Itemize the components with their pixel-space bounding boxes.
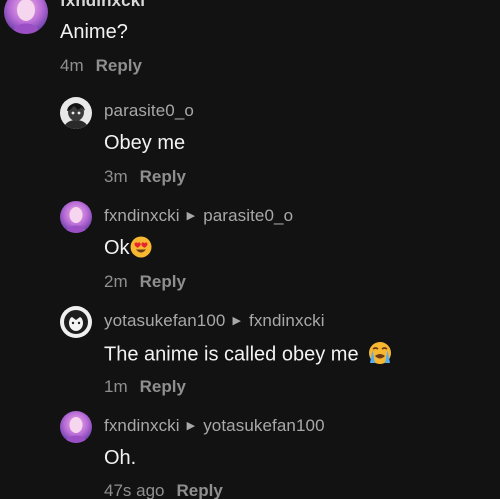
reply-to-username: yotasukefan100 bbox=[203, 416, 325, 435]
reply-to-arrow-icon: ▶ bbox=[232, 315, 241, 327]
reply-button[interactable]: Reply bbox=[140, 272, 186, 291]
comment-thread: fxndinxcki Anime? 4m Reply parasite0_o Ob… bbox=[0, 0, 500, 499]
reply-meta: 3m Reply bbox=[104, 167, 186, 187]
reply-button[interactable]: Reply bbox=[140, 377, 186, 396]
user-avatar[interactable] bbox=[60, 306, 92, 338]
reply-time: 3m bbox=[104, 167, 128, 186]
loudly-crying-emoji-icon bbox=[367, 341, 393, 365]
reply-username[interactable]: fxndinxcki ▶ parasite0_o bbox=[104, 206, 293, 226]
reply-button[interactable]: Reply bbox=[140, 167, 186, 186]
reply-to-arrow-icon: ▶ bbox=[186, 210, 196, 222]
reply-meta: 1m Reply bbox=[104, 377, 186, 397]
reply-meta: 47s ago Reply bbox=[104, 481, 223, 499]
reply-username[interactable]: parasite0_o bbox=[104, 101, 194, 121]
comment-text: Anime? bbox=[60, 21, 128, 43]
dark-anime-avatar-icon bbox=[60, 97, 92, 129]
reply-button[interactable]: Reply bbox=[177, 481, 223, 499]
pink-purple-avatar-icon bbox=[60, 201, 92, 233]
reply-text: The anime is called obey me bbox=[104, 341, 393, 367]
reply-meta: 2m Reply bbox=[104, 272, 186, 292]
user-avatar[interactable] bbox=[60, 201, 92, 233]
comment-meta: 4m Reply bbox=[60, 56, 142, 76]
monochrome-anime-avatar-icon bbox=[60, 306, 92, 338]
pink-purple-avatar-icon bbox=[4, 0, 48, 34]
reply-time: 2m bbox=[104, 272, 128, 291]
user-avatar[interactable] bbox=[60, 411, 92, 443]
heart-eyes-emoji-icon bbox=[130, 236, 152, 258]
reply-time: 1m bbox=[104, 377, 128, 396]
comment-time: 4m bbox=[60, 56, 84, 75]
reply-to-arrow-icon: ▶ bbox=[186, 420, 196, 432]
comment-username[interactable]: fxndinxcki bbox=[60, 0, 145, 11]
reply-text: Ok bbox=[104, 236, 152, 260]
reply-text: Obey me bbox=[104, 132, 186, 154]
reply-button[interactable]: Reply bbox=[96, 56, 142, 75]
reply-to-username: fxndinxcki bbox=[249, 311, 325, 330]
reply-username[interactable]: yotasukefan100 ▶ fxndinxcki bbox=[104, 311, 325, 331]
reply-text: Oh. bbox=[104, 447, 137, 469]
user-avatar[interactable] bbox=[4, 0, 48, 34]
pink-purple-avatar-icon bbox=[60, 411, 92, 443]
reply-username[interactable]: fxndinxcki ▶ yotasukefan100 bbox=[104, 416, 325, 436]
user-avatar[interactable] bbox=[60, 97, 92, 129]
reply-to-username: parasite0_o bbox=[203, 206, 294, 225]
reply-time: 47s ago bbox=[104, 481, 165, 499]
